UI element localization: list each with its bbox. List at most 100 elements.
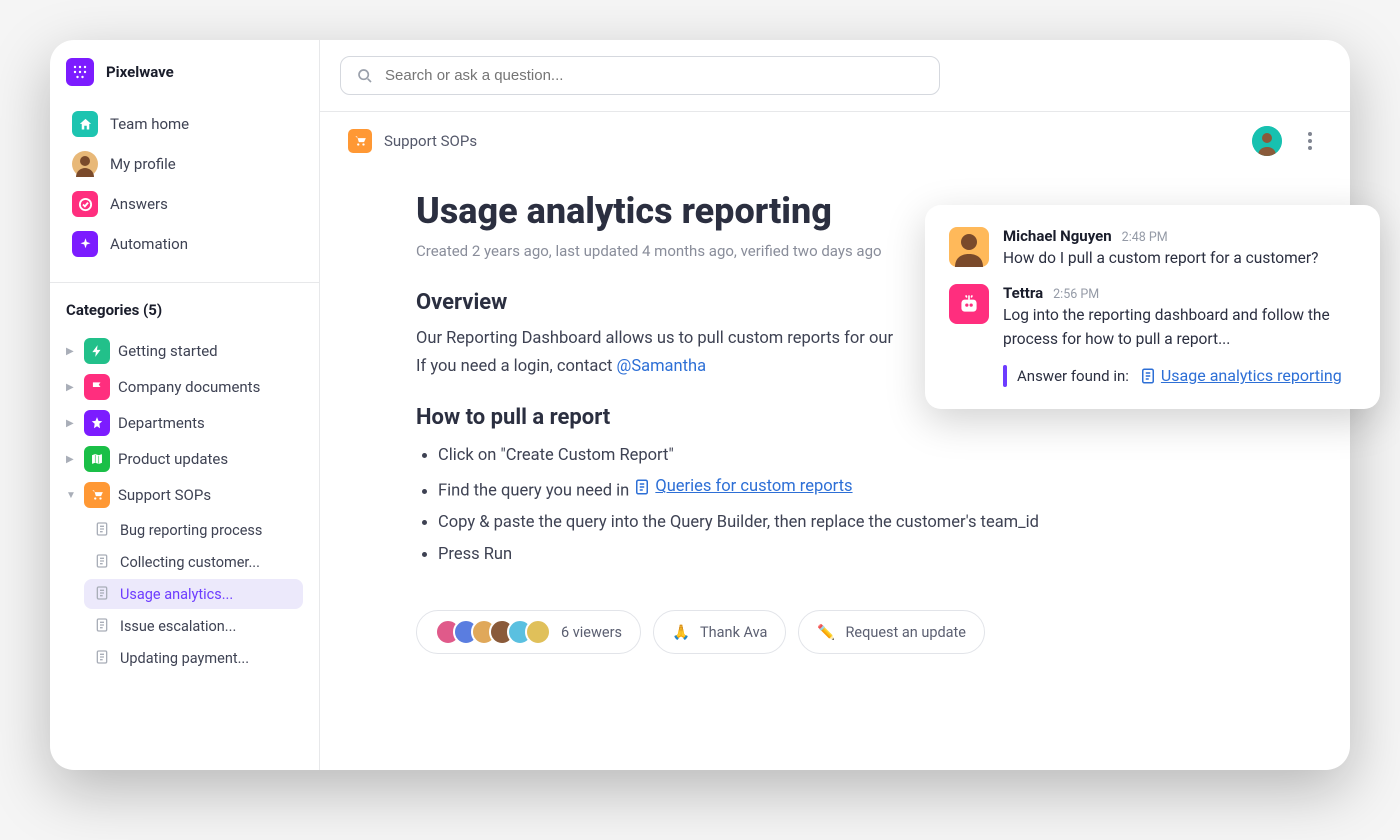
- message-author: Tettra: [1003, 284, 1043, 302]
- sub-item-updating-payment[interactable]: Updating payment...: [84, 643, 303, 673]
- message-time: 2:56 PM: [1053, 287, 1099, 302]
- step-item: Click on "Create Custom Report": [438, 440, 1322, 471]
- sparkle-icon: [72, 231, 98, 257]
- app-window: Pixelwave Team home My profile Answers: [50, 40, 1350, 770]
- sub-item-list: Bug reporting process Collecting custome…: [84, 515, 303, 673]
- step-item: Press Run: [438, 539, 1322, 570]
- viewer-avatars: [435, 619, 551, 645]
- sub-label: Updating payment...: [120, 650, 249, 667]
- document-icon: [1139, 367, 1157, 385]
- search-input[interactable]: [340, 56, 940, 95]
- mention-link[interactable]: @Samantha: [617, 357, 707, 376]
- sub-label: Collecting customer...: [120, 554, 260, 571]
- sub-item-usage-analytics[interactable]: Usage analytics...: [84, 579, 303, 609]
- pill-label: Thank Ava: [700, 624, 767, 641]
- category-company-documents[interactable]: ▶ Company documents: [66, 369, 303, 405]
- pencil-icon: ✏️: [817, 624, 835, 641]
- user-avatar: [949, 227, 989, 267]
- document-icon: [633, 478, 651, 496]
- category-label: Product updates: [118, 450, 228, 468]
- howto-heading: How to pull a report: [416, 405, 1322, 430]
- nav-automation[interactable]: Automation: [66, 224, 303, 264]
- step-item: Find the query you need in Queries for c…: [438, 471, 1322, 507]
- document-icon: [94, 585, 112, 603]
- pill-label: 6 viewers: [561, 624, 622, 641]
- message-time: 2:48 PM: [1122, 230, 1168, 245]
- categories-header: Categories (5): [66, 301, 303, 319]
- home-icon: [72, 111, 98, 137]
- brand[interactable]: Pixelwave: [66, 58, 303, 86]
- answer-prefix: Answer found in:: [1017, 367, 1129, 385]
- doc-link-queries[interactable]: Queries for custom reports: [633, 471, 852, 502]
- chevron-right-icon: ▶: [66, 418, 76, 429]
- answer-source-bar: Answer found in: Usage analytics reporti…: [1003, 365, 1356, 387]
- message-row: Tettra 2:56 PM Log into the reporting da…: [949, 284, 1356, 351]
- message-text: Log into the reporting dashboard and fol…: [1003, 304, 1356, 351]
- pill-label: Request an update: [845, 624, 966, 641]
- cart-icon: [84, 482, 110, 508]
- more-menu-button[interactable]: [1298, 132, 1322, 150]
- sub-item-collecting-customer[interactable]: Collecting customer...: [84, 547, 303, 577]
- nav-answers[interactable]: Answers: [66, 184, 303, 224]
- nav-label: Team home: [110, 115, 189, 133]
- bot-avatar: [949, 284, 989, 324]
- text: Our Reporting Dashboard allows us to pul…: [416, 329, 893, 348]
- category-support-sops[interactable]: ▼ Support SOPs: [66, 477, 303, 513]
- text: Find the query you need in: [438, 482, 633, 501]
- chevron-right-icon: ▶: [66, 346, 76, 357]
- sub-label: Issue escalation...: [120, 618, 236, 635]
- document-icon: [94, 521, 112, 539]
- search-icon: [357, 68, 373, 84]
- nav-label: Answers: [110, 195, 168, 213]
- nav-my-profile[interactable]: My profile: [66, 144, 303, 184]
- category-getting-started[interactable]: ▶ Getting started: [66, 333, 303, 369]
- link-text: Usage analytics reporting: [1161, 366, 1342, 385]
- avatar-icon: [72, 151, 98, 177]
- document-icon: [94, 649, 112, 667]
- sub-label: Usage analytics...: [120, 586, 233, 603]
- category-label: Support SOPs: [118, 486, 211, 504]
- category-departments[interactable]: ▶ Departments: [66, 405, 303, 441]
- nav-label: My profile: [110, 155, 176, 173]
- sidebar: Pixelwave Team home My profile Answers: [50, 40, 320, 770]
- viewers-pill[interactable]: 6 viewers: [416, 610, 641, 654]
- breadcrumb-label[interactable]: Support SOPs: [384, 132, 477, 150]
- nav-team-home[interactable]: Team home: [66, 104, 303, 144]
- author-avatar[interactable]: [1252, 126, 1282, 156]
- search-field[interactable]: [385, 67, 923, 84]
- nav-label: Automation: [110, 235, 188, 253]
- pray-icon: 🙏: [672, 624, 690, 641]
- action-pills: 6 viewers 🙏 Thank Ava ✏️ Request an upda…: [416, 610, 1322, 654]
- answer-source-link[interactable]: Usage analytics reporting: [1139, 366, 1342, 385]
- sub-item-issue-escalation[interactable]: Issue escalation...: [84, 611, 303, 641]
- message-text: How do I pull a custom report for a cust…: [1003, 247, 1356, 270]
- message-author: Michael Nguyen: [1003, 227, 1112, 245]
- text: If you need a login, contact: [416, 357, 617, 376]
- sub-label: Bug reporting process: [120, 522, 262, 539]
- bolt-icon: [84, 338, 110, 364]
- category-product-updates[interactable]: ▶ Product updates: [66, 441, 303, 477]
- step-item: Copy & paste the query into the Query Bu…: [438, 507, 1322, 538]
- chevron-right-icon: ▶: [66, 382, 76, 393]
- sub-item-bug-reporting[interactable]: Bug reporting process: [84, 515, 303, 545]
- accent-bar: [1003, 365, 1007, 387]
- step-list: Click on "Create Custom Report" Find the…: [416, 440, 1322, 570]
- slack-overlay: Michael Nguyen 2:48 PM How do I pull a c…: [925, 205, 1380, 409]
- category-badge-icon: [348, 129, 372, 153]
- link-text: Queries for custom reports: [655, 471, 852, 502]
- brand-logo-icon: [66, 58, 94, 86]
- category-label: Departments: [118, 414, 205, 432]
- chevron-down-icon: ▼: [66, 490, 76, 501]
- category-label: Getting started: [118, 342, 218, 360]
- category-label: Company documents: [118, 378, 260, 396]
- flag-icon: [84, 374, 110, 400]
- message-row: Michael Nguyen 2:48 PM How do I pull a c…: [949, 227, 1356, 270]
- star-icon: [84, 410, 110, 436]
- breadcrumb-bar: Support SOPs: [320, 112, 1350, 170]
- request-update-pill[interactable]: ✏️ Request an update: [798, 610, 985, 654]
- brand-name: Pixelwave: [106, 63, 174, 81]
- thank-pill[interactable]: 🙏 Thank Ava: [653, 610, 786, 654]
- document-icon: [94, 553, 112, 571]
- chevron-right-icon: ▶: [66, 454, 76, 465]
- document-icon: [94, 617, 112, 635]
